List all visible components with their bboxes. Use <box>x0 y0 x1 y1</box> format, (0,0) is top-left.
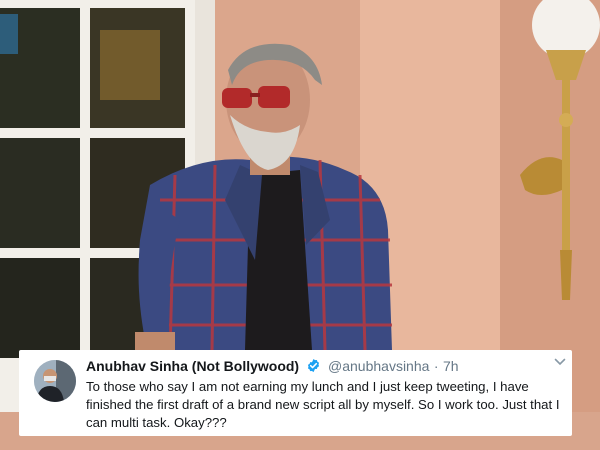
chevron-down-icon[interactable] <box>554 354 566 366</box>
tweet-header: Anubhav Sinha (Not Bollywood) @anubhavsi… <box>86 358 560 378</box>
user-handle[interactable]: @anubhavsinha <box>328 358 429 374</box>
tweet-text: To those who say I am not earning my lun… <box>86 379 560 430</box>
separator-dot: · <box>433 358 439 374</box>
verified-badge-icon <box>306 358 321 373</box>
tweet-card[interactable]: Anubhav Sinha (Not Bollywood) @anubhavsi… <box>19 350 572 436</box>
tweet-timestamp[interactable]: 7h <box>443 358 459 374</box>
profile-avatar[interactable] <box>34 360 76 402</box>
display-name[interactable]: Anubhav Sinha (Not Bollywood) <box>86 358 299 374</box>
